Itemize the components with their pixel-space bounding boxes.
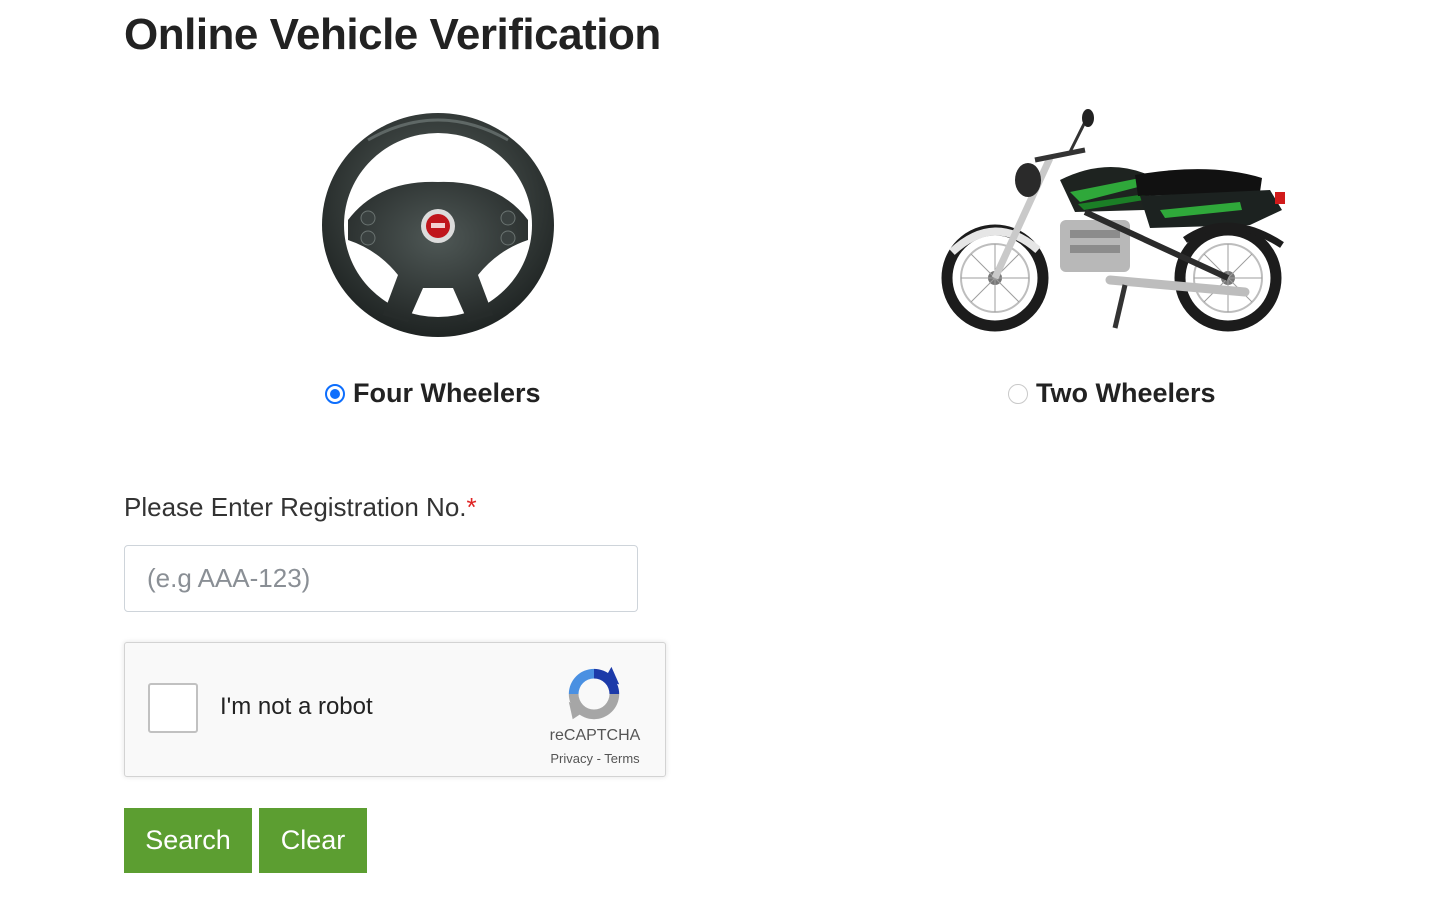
recaptcha-privacy-link[interactable]: Privacy	[550, 751, 593, 766]
recaptcha-link-separator: -	[592, 751, 605, 766]
recaptcha-checkbox[interactable]	[148, 683, 198, 733]
recaptcha-widget: I'm not a robot reCAPTCHA Privacy - Term…	[124, 642, 666, 777]
radio-two-wheelers[interactable]: Two Wheelers	[1008, 378, 1216, 409]
radio-label-four-wheelers: Four Wheelers	[353, 378, 541, 408]
radio-button-two-wheelers[interactable]	[1008, 383, 1028, 404]
registration-number-input[interactable]	[124, 545, 638, 612]
clear-button[interactable]: Clear	[259, 808, 367, 873]
vehicle-option-two-wheelers[interactable]: Two Wheelers	[910, 100, 1330, 430]
registration-label: Please Enter Registration No.*	[124, 492, 477, 523]
recaptcha-terms-link[interactable]: Terms	[604, 751, 639, 766]
page-title: Online Vehicle Verification	[124, 10, 661, 59]
recaptcha-brand: reCAPTCHA	[549, 727, 641, 744]
search-button[interactable]: Search	[124, 808, 252, 873]
recaptcha-links: Privacy - Terms	[525, 751, 665, 766]
radio-label-two-wheelers: Two Wheelers	[1036, 378, 1216, 408]
steering-wheel-icon[interactable]	[228, 100, 648, 350]
vehicle-option-four-wheelers[interactable]: Four Wheelers	[228, 100, 648, 430]
radio-four-wheelers[interactable]: Four Wheelers	[325, 378, 541, 409]
required-mark: *	[466, 492, 477, 522]
recaptcha-logo-icon	[568, 666, 620, 720]
vehicle-verification-page: Online Vehicle Verification Four Wheeler…	[0, 0, 1440, 900]
registration-label-text: Please Enter Registration No.	[124, 492, 467, 522]
radio-button-four-wheelers[interactable]	[325, 383, 345, 404]
motorcycle-icon[interactable]	[910, 100, 1330, 350]
recaptcha-prompt: I'm not a robot	[220, 693, 373, 720]
